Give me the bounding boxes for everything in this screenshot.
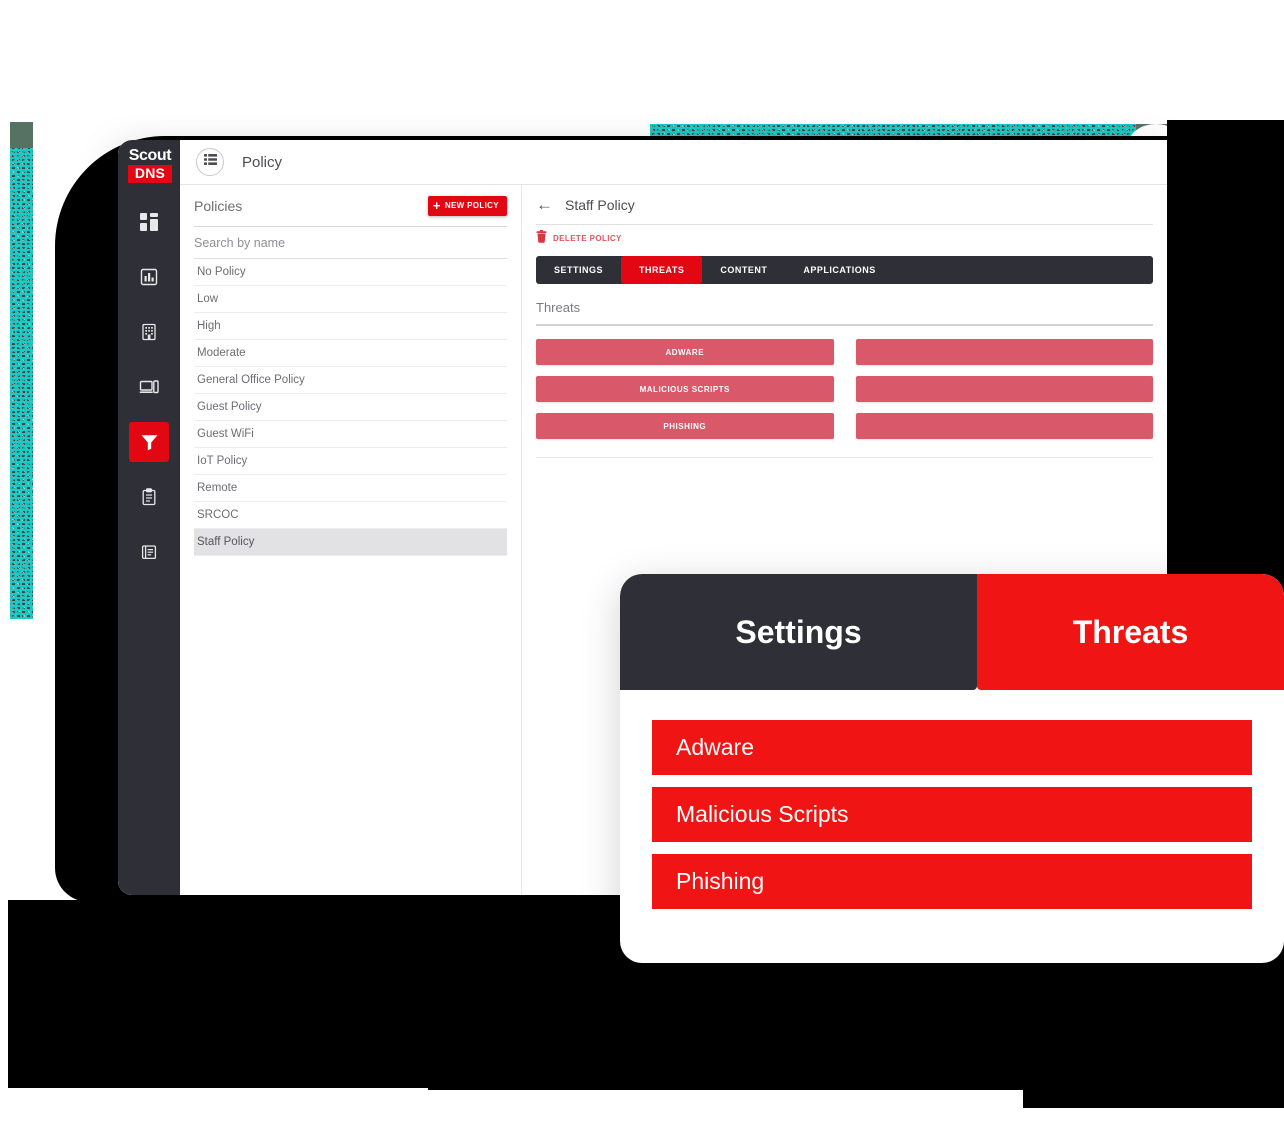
callout-threat-chip[interactable]: Phishing [652, 854, 1252, 909]
dashboard-grid-icon [140, 213, 158, 231]
callout-tab-settings[interactable]: Settings [620, 574, 977, 690]
threat-chip[interactable] [855, 339, 1153, 365]
decorative-noise-stripe-left [10, 122, 33, 619]
threat-chip[interactable] [855, 376, 1153, 402]
threat-chip[interactable] [855, 413, 1153, 439]
detail-title: Staff Policy [565, 196, 635, 213]
bar-chart-icon [140, 268, 158, 286]
backdrop-shadow-bottom-strip [428, 1050, 1023, 1090]
tab-applications[interactable]: APPLICATIONS [785, 256, 893, 284]
callout-tabbar: Settings Threats [620, 574, 1284, 690]
sidebar-item-policy[interactable] [129, 422, 169, 462]
policy-list-item[interactable]: Low [194, 286, 507, 313]
policy-list-item[interactable]: Staff Policy [194, 529, 507, 556]
delete-policy-label: DELETE POLICY [553, 234, 622, 243]
policy-list: No Policy Low High Moderate General Office P… [194, 259, 507, 556]
new-policy-button[interactable]: + NEW POLICY [427, 195, 507, 216]
detail-tabbar: SETTINGS THREATS CONTENT APPLICATIONS [536, 256, 1153, 284]
logo-scout-text: Scout [128, 146, 172, 164]
policy-list-item[interactable]: Guest WiFi [194, 421, 507, 448]
book-icon [140, 543, 158, 561]
tab-settings[interactable]: SETTINGS [536, 256, 621, 284]
page-title: Policy [242, 153, 283, 171]
policy-list-item[interactable]: Guest Policy [194, 394, 507, 421]
policy-search-row [194, 227, 507, 259]
magnified-callout-card: Settings Threats Adware Malicious Scripts P… [620, 574, 1284, 963]
sidebar-item-devices[interactable] [129, 367, 169, 407]
filter-funnel-icon [140, 433, 159, 451]
policies-header: Policies + NEW POLICY [194, 185, 507, 227]
policy-list-item[interactable]: No Policy [194, 259, 507, 286]
plus-icon: + [432, 198, 441, 213]
sidebar-item-audit[interactable] [129, 477, 169, 517]
clipboard-icon [140, 488, 158, 506]
policy-list-item[interactable]: Moderate [194, 340, 507, 367]
sidebar-item-dashboard[interactable] [129, 202, 169, 242]
new-policy-label: NEW POLICY [444, 201, 499, 210]
callout-threat-chip[interactable]: Malicious Scripts [652, 787, 1252, 842]
threat-chip[interactable]: MALICIOUS SCRIPTS [536, 376, 834, 402]
trash-icon [536, 229, 547, 248]
search-input[interactable] [194, 235, 507, 250]
section-divider [536, 457, 1153, 458]
back-arrow-icon[interactable]: ← [536, 196, 553, 213]
threats-section-label: Threats [536, 300, 1153, 326]
building-icon [140, 323, 158, 341]
callout-chip-list: Adware Malicious Scripts Phishing [620, 690, 1284, 909]
list-menu-icon [203, 153, 217, 171]
sidebar-item-logs[interactable] [129, 532, 169, 572]
policies-pane: Policies + NEW POLICY No PolicyLowHighMo… [180, 185, 522, 895]
policy-list-item[interactable]: General Office Policy [194, 367, 507, 394]
sidebar-item-reports[interactable] [129, 257, 169, 297]
app-header: Policy [180, 140, 1167, 185]
devices-icon [139, 378, 159, 396]
detail-header: ← Staff Policy [536, 185, 1153, 225]
callout-tab-threats[interactable]: Threats [977, 574, 1284, 690]
threat-chip-grid: ADWARE MALICIOUS SCRIPTS PHISHING [536, 339, 1153, 439]
threat-chip[interactable]: ADWARE [536, 339, 834, 365]
delete-policy-button[interactable]: DELETE POLICY [536, 225, 1153, 252]
threat-chip[interactable]: PHISHING [536, 413, 834, 439]
sidebar-item-organization[interactable] [129, 312, 169, 352]
scoutdns-logo[interactable]: Scout DNS [124, 147, 176, 183]
policy-list-item[interactable]: IoT Policy [194, 448, 507, 475]
tab-content[interactable]: CONTENT [702, 256, 785, 284]
callout-threat-chip[interactable]: Adware [652, 720, 1252, 775]
policy-list-item[interactable]: High [194, 313, 507, 340]
sidebar-rail: Scout DNS [118, 140, 180, 895]
logo-dns-text: DNS [127, 164, 173, 183]
policies-title: Policies [194, 197, 243, 214]
menu-toggle-button[interactable] [196, 148, 224, 176]
policy-list-item[interactable]: SRCOC [194, 502, 507, 529]
tab-threats[interactable]: THREATS [621, 256, 703, 284]
policy-list-item[interactable]: Remote [194, 475, 507, 502]
screenshot-stage: Scout DNS Policy Policies + NEW POLICY S… [0, 0, 1284, 1144]
